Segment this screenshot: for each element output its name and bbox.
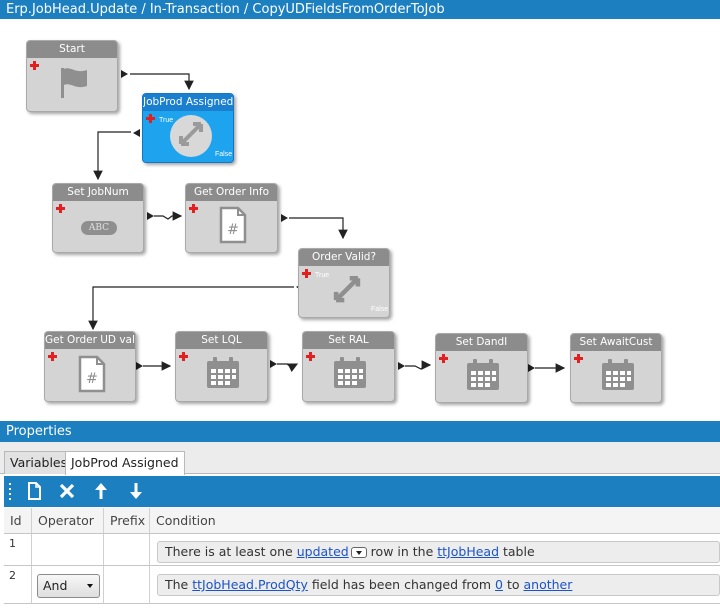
chevron-down-icon[interactable] bbox=[350, 547, 367, 558]
calendar-icon bbox=[602, 359, 634, 390]
false-branch-label: False bbox=[215, 151, 233, 158]
properties-tabs: Variables JobProd Assigned bbox=[0, 442, 720, 475]
condition-icon bbox=[333, 276, 361, 303]
column-header-prefix[interactable]: Prefix bbox=[104, 508, 150, 534]
add-icon[interactable] bbox=[48, 352, 57, 361]
node-get-order-ud-label: Get Order UD vals bbox=[45, 332, 135, 349]
tab-variables[interactable]: Variables bbox=[4, 451, 74, 474]
code-document-icon: # bbox=[78, 355, 106, 393]
node-set-dandi[interactable]: Set DandI bbox=[435, 333, 528, 403]
add-icon[interactable] bbox=[146, 114, 155, 123]
node-order-valid[interactable]: Order Valid? True False bbox=[298, 248, 390, 318]
condition-text: row in the bbox=[366, 544, 438, 559]
node-get-order-info-label: Get Order Info bbox=[186, 184, 277, 201]
column-header-condition[interactable]: Condition bbox=[150, 508, 720, 534]
code-document-icon: # bbox=[219, 206, 247, 244]
node-start[interactable]: Start bbox=[26, 40, 118, 112]
window-title: Erp.JobHead.Update / In-Transaction / Co… bbox=[0, 0, 720, 19]
node-set-lql-label: Set LQL bbox=[176, 332, 267, 349]
node-jobprod-label: JobProd Assigned bbox=[143, 94, 233, 111]
calendar-icon bbox=[467, 359, 499, 390]
node-get-order-ud-vals[interactable]: Get Order UD vals # bbox=[44, 331, 136, 402]
svg-text:#: # bbox=[86, 371, 98, 387]
node-set-jobnum[interactable]: Set JobNum ABC bbox=[52, 183, 144, 253]
add-icon[interactable] bbox=[189, 204, 198, 213]
row-1-prefix[interactable] bbox=[104, 534, 150, 566]
tab-jobprod-assigned[interactable]: JobProd Assigned bbox=[65, 451, 185, 475]
svg-text:#: # bbox=[227, 222, 239, 238]
text-value-icon: ABC bbox=[81, 221, 117, 235]
row-2-prefix[interactable] bbox=[104, 566, 150, 604]
node-set-jobnum-label: Set JobNum bbox=[53, 184, 143, 201]
node-set-lql[interactable]: Set LQL bbox=[175, 331, 268, 402]
column-header-operator[interactable]: Operator bbox=[32, 508, 104, 534]
move-up-icon[interactable] bbox=[90, 480, 112, 502]
row-2-id: 2 bbox=[4, 566, 32, 604]
node-set-awaitcust-label: Set AwaitCust bbox=[571, 334, 661, 351]
properties-header: Properties bbox=[0, 421, 720, 442]
calendar-icon bbox=[207, 357, 239, 388]
add-icon[interactable] bbox=[439, 354, 448, 363]
add-icon[interactable] bbox=[306, 352, 315, 361]
updated-link[interactable]: updated bbox=[297, 544, 349, 559]
from-value-link[interactable]: 0 bbox=[495, 577, 503, 592]
add-icon[interactable] bbox=[30, 61, 39, 70]
to-value-link[interactable]: another bbox=[524, 577, 573, 592]
condition-text: table bbox=[499, 544, 535, 559]
operator-select[interactable]: And bbox=[37, 574, 100, 598]
condition-icon bbox=[170, 115, 212, 157]
conditions-grid: Id Operator Prefix Condition 1 There is … bbox=[4, 508, 720, 615]
toolbar-grip-icon bbox=[9, 483, 11, 500]
row-1-operator[interactable] bbox=[32, 534, 104, 566]
add-icon[interactable] bbox=[56, 204, 65, 213]
table-name-link[interactable]: ttJobHead bbox=[437, 544, 499, 559]
column-header-id[interactable]: Id bbox=[4, 508, 32, 534]
conditions-toolbar bbox=[4, 476, 720, 507]
delete-icon[interactable] bbox=[56, 480, 78, 502]
node-set-dandi-label: Set DandI bbox=[436, 334, 527, 351]
condition-text: There is at least one bbox=[165, 544, 297, 559]
node-start-label: Start bbox=[27, 41, 117, 58]
add-icon[interactable] bbox=[302, 269, 311, 278]
flag-icon bbox=[61, 68, 87, 98]
condition-text: to bbox=[503, 577, 524, 592]
false-branch-label: False bbox=[371, 306, 389, 313]
field-name-link[interactable]: ttJobHead.ProdQty bbox=[192, 577, 308, 592]
new-document-icon[interactable] bbox=[23, 480, 45, 502]
calendar-icon bbox=[334, 357, 366, 388]
workflow-canvas[interactable]: Start JobProd Assigned True False Set Jo… bbox=[0, 19, 720, 417]
condition-text: field has been changed from bbox=[307, 577, 496, 592]
node-get-order-info[interactable]: Get Order Info # bbox=[185, 183, 278, 253]
condition-text: The bbox=[165, 577, 193, 592]
move-down-icon[interactable] bbox=[125, 480, 147, 502]
row-1-condition[interactable]: There is at least one updated row in the… bbox=[157, 541, 720, 563]
node-order-valid-label: Order Valid? bbox=[299, 249, 389, 266]
add-icon[interactable] bbox=[574, 354, 583, 363]
node-set-awaitcust[interactable]: Set AwaitCust bbox=[570, 333, 662, 403]
row-1-id: 1 bbox=[4, 534, 32, 566]
node-set-ral-label: Set RAL bbox=[303, 332, 394, 349]
row-2-condition[interactable]: The ttJobHead.ProdQty field has been cha… bbox=[157, 574, 720, 596]
node-set-ral[interactable]: Set RAL bbox=[302, 331, 395, 402]
add-icon[interactable] bbox=[179, 352, 188, 361]
node-jobprod-assigned[interactable]: JobProd Assigned True False bbox=[142, 93, 234, 163]
